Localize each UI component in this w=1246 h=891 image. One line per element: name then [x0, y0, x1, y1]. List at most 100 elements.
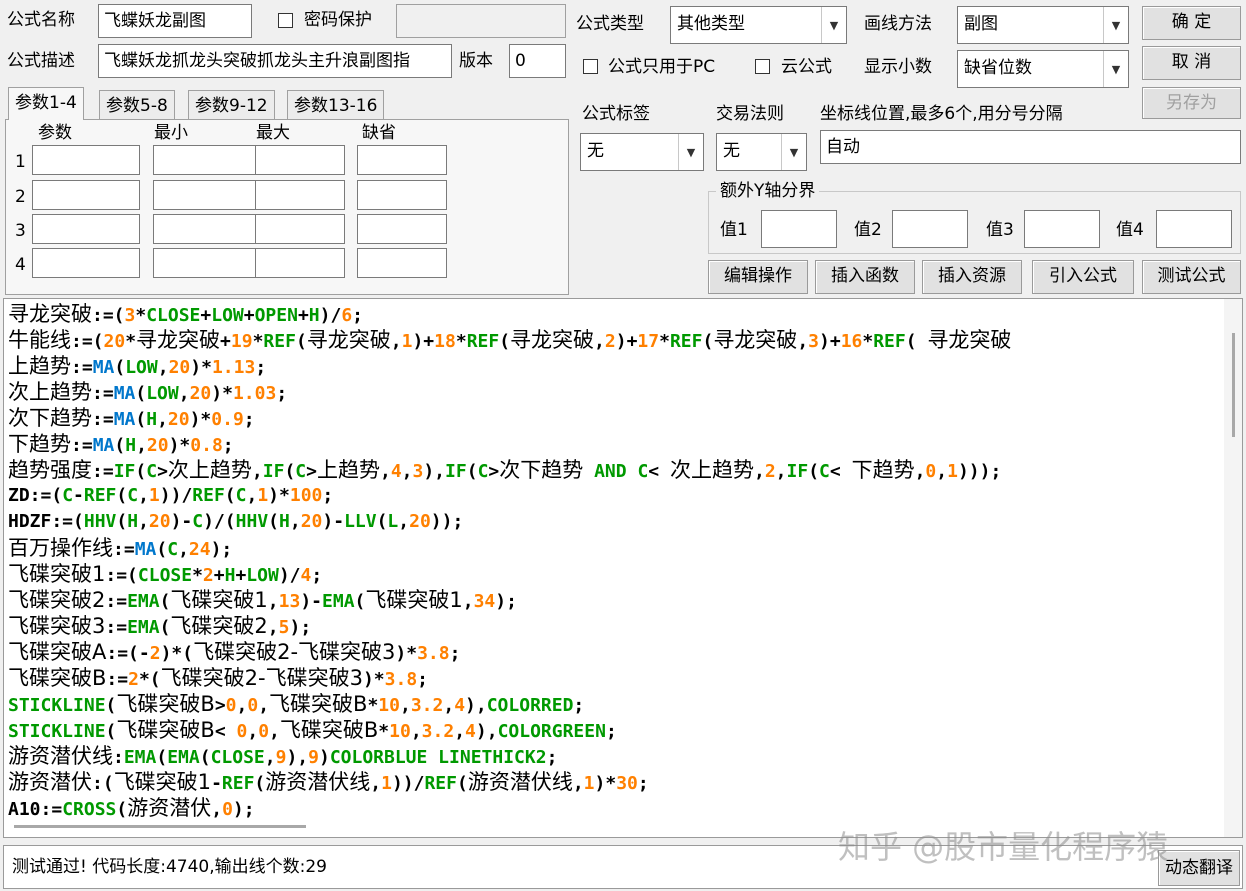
formula-desc-input[interactable]: 飞蝶妖龙抓龙头突破抓龙头主升浪副图指 [98, 44, 452, 78]
horizontal-scroll-thumb[interactable] [14, 825, 306, 828]
formula-type-select[interactable]: 其他类型 ▼ [670, 6, 847, 44]
formula-name-label: 公式名称 [7, 10, 75, 30]
scroll-thumb[interactable] [1232, 333, 1235, 437]
y-axis-group-title: 额外Y轴分界 [716, 181, 820, 201]
test-formula-button[interactable]: 测试公式 [1142, 260, 1241, 294]
edit-operation-button[interactable]: 编辑操作 [708, 260, 808, 294]
y-value4-input[interactable] [1156, 210, 1232, 248]
param-name-input[interactable] [32, 248, 140, 278]
code-line: 飞碟突破B:=2*(飞碟突破2-飞碟突破3)*3.8; [8, 666, 428, 690]
trade-rule-label: 交易法则 [716, 104, 784, 124]
y-value1-input[interactable] [761, 210, 837, 248]
code-editor[interactable]: 寻龙突破:=(3*CLOSE+LOW+OPEN+H)/6; 牛能线:=(20*寻龙… [3, 298, 1243, 838]
import-formula-button[interactable]: 引入公式 [1032, 260, 1134, 294]
code-line: 游资潜伏线:EMA(EMA(CLOSE,9),9)COLORBLUE LINET… [8, 744, 558, 768]
formula-name-input[interactable]: 飞蝶妖龙副图 [98, 4, 252, 38]
param-name-input[interactable] [32, 180, 140, 210]
cancel-button[interactable]: 取 消 [1142, 46, 1241, 80]
param-min-input[interactable] [153, 145, 261, 175]
version-label: 版本 [459, 51, 493, 71]
param-min-input[interactable] [153, 214, 261, 244]
vertical-scrollbar[interactable] [1224, 299, 1242, 837]
formula-type-label: 公式类型 [576, 14, 644, 34]
param-default-input[interactable] [357, 214, 447, 244]
param-default-input[interactable] [357, 248, 447, 278]
insert-function-button[interactable]: 插入函数 [815, 260, 915, 294]
param-name-input[interactable] [32, 214, 140, 244]
tab-params-1-4[interactable]: 参数1-4 [8, 87, 84, 120]
code-line: 飞碟突破1:=(CLOSE*2+H+LOW)/4; [8, 562, 323, 586]
code-line: ZD:=(C-REF(C,1))/REF(C,1)*100; [8, 485, 334, 506]
tab-params-9-12[interactable]: 参数9-12 [188, 90, 275, 120]
param-default-input[interactable] [357, 145, 447, 175]
code-line: 趋势强度:=IF(C>次上趋势,IF(C>上趋势,4,3),IF(C>次下趋势 … [8, 458, 1002, 482]
y-value4-label: 值4 [1116, 220, 1144, 240]
code-line: 次下趋势:=MA(H,20)*0.9; [8, 406, 255, 430]
dynamic-translate-button[interactable]: 动态翻译 [1158, 850, 1240, 886]
param-row-number: 2 [15, 187, 26, 207]
param-row-number: 1 [15, 152, 26, 172]
param-max-input[interactable] [255, 248, 345, 278]
code-line: 上趋势:=MA(LOW,20)*1.13; [8, 354, 267, 378]
cloud-label: 云公式 [781, 57, 832, 77]
code-line: 飞碟突破3:=EMA(飞碟突破2,5); [8, 614, 312, 638]
param-max-input[interactable] [255, 180, 345, 210]
pc-only-checkbox[interactable] [583, 59, 598, 74]
insert-resource-button[interactable]: 插入资源 [922, 260, 1022, 294]
param-name-input[interactable] [32, 145, 140, 175]
decimals-select[interactable]: 缺省位数 ▼ [957, 50, 1129, 88]
chevron-down-icon: ▼ [678, 134, 703, 170]
code-line: 飞碟突破2:=EMA(飞碟突破1,13)-EMA(飞碟突破1,34); [8, 588, 517, 612]
cloud-checkbox[interactable] [755, 59, 770, 74]
params-panel: 参数 最小 最大 缺省 1 2 3 4 [5, 119, 569, 295]
param-row-number: 3 [15, 221, 26, 241]
decimals-value: 缺省位数 [964, 58, 1032, 78]
formula-tag-value: 无 [587, 141, 604, 161]
code-line: STICKLINE(飞碟突破B>0,0,飞碟突破B*10,3.2,4),COLO… [8, 692, 585, 716]
y-value1-label: 值1 [720, 220, 748, 240]
param-header-name: 参数 [38, 123, 72, 143]
status-text: 测试通过! 代码长度:4740,输出线个数:29 [12, 857, 327, 877]
chevron-down-icon: ▼ [1103, 51, 1128, 87]
coord-input[interactable]: 自动 [820, 130, 1241, 164]
code-line: 次上趋势:=MA(LOW,20)*1.03; [8, 380, 288, 404]
code-line: 牛能线:=(20*寻龙突破+19*REF(寻龙突破,1)+18*REF(寻龙突破… [8, 328, 1012, 352]
code-line: 百万操作线:=MA(C,24); [8, 536, 233, 560]
password-input[interactable] [396, 4, 566, 38]
param-min-input[interactable] [153, 248, 261, 278]
y-value2-input[interactable] [892, 210, 968, 248]
save-as-button[interactable]: 另存为 [1142, 87, 1241, 119]
draw-method-label: 画线方法 [864, 14, 932, 34]
code-line: STICKLINE(飞碟突破B< 0,0,飞碟突破B*10,3.2,4),COL… [8, 718, 617, 742]
tab-params-5-8[interactable]: 参数5-8 [99, 90, 175, 120]
ok-button[interactable]: 确 定 [1142, 6, 1241, 40]
param-header-max: 最大 [256, 123, 290, 143]
param-header-min: 最小 [154, 123, 188, 143]
code-line: 游资潜伏:(飞碟突破1-REF(游资潜伏线,1))/REF(游资潜伏线,1)*3… [8, 770, 649, 794]
chevron-down-icon: ▼ [821, 7, 846, 43]
draw-method-select[interactable]: 副图 ▼ [957, 6, 1129, 44]
y-value3-label: 值3 [986, 220, 1014, 240]
trade-rule-value: 无 [723, 141, 740, 161]
code-line: HDZF:=(HHV(H,20)-C)/(HHV(H,20)-LLV(L,20)… [8, 511, 464, 532]
code-line: 飞碟突破A:=(-2)*(飞碟突破2-飞碟突破3)*3.8; [8, 640, 461, 664]
formula-desc-label: 公式描述 [7, 51, 75, 71]
param-default-input[interactable] [357, 180, 447, 210]
chevron-down-icon: ▼ [1103, 7, 1128, 43]
password-label: 密码保护 [304, 10, 372, 30]
chevron-down-icon: ▼ [781, 134, 806, 170]
y-value3-input[interactable] [1024, 210, 1100, 248]
password-checkbox[interactable] [278, 13, 293, 28]
coord-label: 坐标线位置,最多6个,用分号分隔 [820, 104, 1063, 124]
formula-tag-select[interactable]: 无 ▼ [580, 133, 704, 171]
code-line: A10:=CROSS(游资潜伏,0); [8, 796, 255, 820]
code-line: 寻龙突破:=(3*CLOSE+LOW+OPEN+H)/6; [8, 302, 364, 326]
param-min-input[interactable] [153, 180, 261, 210]
param-max-input[interactable] [255, 214, 345, 244]
trade-rule-select[interactable]: 无 ▼ [716, 133, 807, 171]
tab-params-13-16[interactable]: 参数13-16 [287, 90, 385, 120]
code-line: 下趋势:=MA(H,20)*0.8; [8, 432, 234, 456]
version-input[interactable]: 0 [509, 44, 566, 78]
param-row-number: 4 [15, 255, 26, 275]
param-max-input[interactable] [255, 145, 345, 175]
